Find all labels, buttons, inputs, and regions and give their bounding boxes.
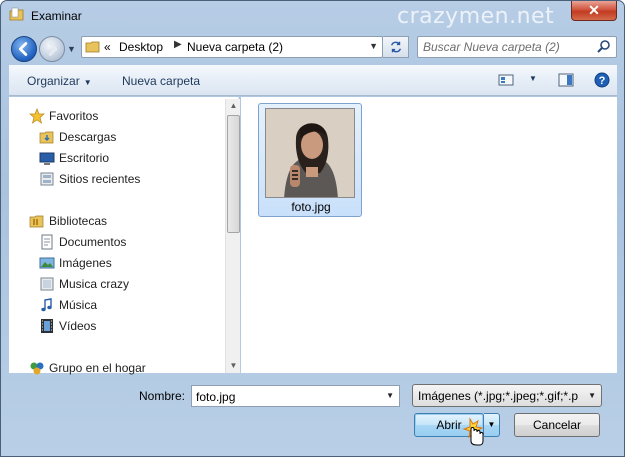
file-name-input[interactable] [196,389,376,404]
pictures-icon [39,257,55,269]
nav-label: Escritorio [59,151,110,165]
file-name-combobox[interactable]: ▼ [191,385,400,407]
forward-button[interactable] [39,36,65,62]
file-type-value: Imágenes (*.jpg;*.jpeg;*.gif;*.pr [418,389,578,403]
documents-icon [41,234,53,250]
navigation-pane: Favoritos Descargas Escritorio Sitios re… [9,97,239,375]
chevron-down-icon[interactable]: ▼ [529,74,537,83]
nav-label: Grupo en el hogar [49,361,146,375]
music-note-icon [41,298,52,312]
folder-icon [85,41,100,53]
nav-label: Documentos [59,235,127,249]
nav-label: Música [59,298,98,312]
homegroup-icon [30,362,44,375]
folder-icon [9,7,24,21]
title-bar[interactable]: Examinar crazymen.net ✕ [1,1,624,31]
breadcrumb-overflow[interactable]: « [104,40,111,54]
refresh-icon [390,41,401,53]
chevron-down-icon[interactable]: ▼ [369,41,378,51]
window-title: Examinar [31,9,82,23]
organize-menu[interactable]: Organizar ▼ [27,74,92,88]
nav-label: Favoritos [49,109,99,123]
downloads-folder-icon [39,131,54,144]
breadcrumb-current-folder[interactable]: Nueva carpeta (2) [187,40,283,54]
desktop-icon [39,152,55,165]
nav-label: Imágenes [59,256,112,270]
view-options-icon[interactable] [498,73,514,87]
nav-label: Bibliotecas [49,214,108,228]
file-name-label: Nombre: [139,389,186,403]
svg-text:?: ? [599,75,606,87]
preview-pane-icon[interactable] [558,72,574,88]
watermark: crazymen.net [397,4,555,29]
navigation-scrollbar[interactable]: ▲ ▼ [225,99,240,373]
nav-label: Vídeos [59,319,97,333]
portrait-image [266,109,354,197]
file-name: foto.jpg [291,200,331,214]
breadcrumb-desktop[interactable]: Desktop [119,40,163,54]
chevron-down-icon: ▼ [588,391,596,400]
new-folder-button[interactable]: Nueva carpeta [122,74,200,88]
scroll-up-arrow-icon[interactable]: ▲ [226,99,241,113]
libraries-icon [29,215,44,228]
hand-pointer-icon [462,417,484,446]
nav-label: Descargas [59,130,117,144]
chevron-down-icon[interactable]: ▼ [386,391,394,400]
search-input[interactable] [423,39,593,55]
chevron-right-icon[interactable]: ▶ [174,39,182,50]
arrow-left-icon [18,42,28,56]
close-button[interactable]: ✕ [571,1,617,21]
photo-thumbnail [265,108,355,198]
scrollbar-thumb[interactable] [227,115,240,233]
film-strip-icon [41,319,53,333]
address-bar[interactable]: « Desktop ▶ Nueva carpeta (2) ▼ [81,36,383,58]
search-icon[interactable] [596,39,612,55]
scroll-down-arrow-icon[interactable]: ▼ [226,359,241,373]
recent-places-icon [40,172,54,186]
library-folder-icon [40,277,54,291]
arrow-right-icon [48,42,58,56]
file-dialog-window: Examinar crazymen.net ✕ ▼ « Desktop ▶ Nu… [0,0,625,457]
file-tile[interactable]: foto.jpg [258,103,362,217]
cancel-button[interactable]: Cancelar [514,413,600,437]
file-type-select[interactable]: Imágenes (*.jpg;*.jpeg;*.gif;*.pr ▼ [412,384,602,407]
nav-label: Sitios recientes [59,172,141,186]
organize-label: Organizar [27,74,80,88]
command-bar: Organizar ▼ Nueva carpeta ▼ ? [9,65,617,96]
chevron-down-icon: ▼ [83,78,92,87]
back-button[interactable] [11,36,37,62]
nav-label: Musica crazy [59,277,130,291]
file-list-pane[interactable]: foto.jpg [241,97,617,373]
help-icon[interactable]: ? [594,72,610,88]
star-icon [29,108,45,124]
recent-pages-dropdown[interactable]: ▼ [67,44,77,54]
refresh-button[interactable] [383,36,409,58]
search-box[interactable] [417,36,617,58]
